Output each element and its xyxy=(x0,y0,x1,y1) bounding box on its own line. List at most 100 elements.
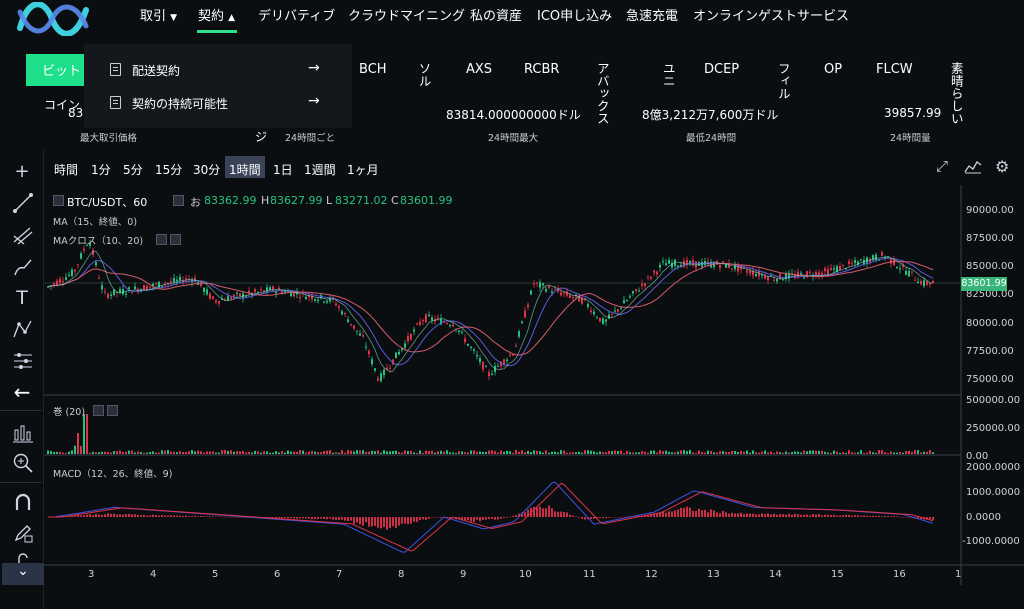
candle-body xyxy=(485,366,487,368)
settings-small-icon[interactable] xyxy=(156,234,167,245)
macd-histogram-bar xyxy=(614,517,616,518)
ticker-rcbr[interactable]: RCBR xyxy=(524,62,559,77)
ticker-avax[interactable]: アバックス xyxy=(590,62,614,125)
nav-derivatives[interactable]: デリバティブ xyxy=(258,5,335,24)
timeframe-1h[interactable]: 1時間 xyxy=(229,161,261,178)
magnet-icon[interactable] xyxy=(12,492,34,514)
volume-bar xyxy=(707,450,709,454)
candle-body xyxy=(176,279,178,282)
ticker-flcw[interactable]: FLCW xyxy=(876,62,913,77)
ohlc-h-label: H xyxy=(261,194,270,207)
macd-histogram-bar xyxy=(428,517,430,519)
ticker-active-btc[interactable]: ビット xyxy=(26,54,86,86)
prediction-icon[interactable] xyxy=(12,350,34,372)
macd-histogram-bar xyxy=(482,517,484,520)
candle-body xyxy=(668,259,670,264)
candle-body xyxy=(854,260,856,264)
nav-fast-charge[interactable]: 急速充電 xyxy=(626,5,678,24)
timeframe-1mo[interactable]: 1ヶ月 xyxy=(347,161,379,178)
timeframe-1d[interactable]: 1日 xyxy=(273,161,293,178)
arrow-left-icon[interactable]: ← xyxy=(10,380,34,404)
nav-cloud-mining[interactable]: クラウドマイニング xyxy=(348,5,465,24)
candle-body xyxy=(629,296,631,298)
candle-body xyxy=(389,367,391,369)
volume-bar xyxy=(293,451,295,454)
candle-body xyxy=(590,310,592,313)
volume-bar xyxy=(284,452,286,454)
close-small-icon[interactable] xyxy=(107,405,118,416)
candle-body xyxy=(641,283,643,286)
ticker-bch[interactable]: BCH xyxy=(359,62,387,77)
brand-logo-icon[interactable] xyxy=(14,2,92,36)
volume-bar xyxy=(617,451,619,454)
macd-histogram-bar xyxy=(239,517,241,518)
volume-bar xyxy=(383,450,385,454)
volume-bar xyxy=(464,452,466,454)
timeframe-15m[interactable]: 15分 xyxy=(155,161,182,178)
gear-icon[interactable]: ⚙ xyxy=(995,157,1009,176)
fullscreen-icon[interactable]: ⤢ xyxy=(936,157,948,175)
trend-line-icon[interactable] xyxy=(12,192,34,214)
macd-histogram-bar xyxy=(932,517,934,521)
volume-bar xyxy=(500,450,502,454)
pattern-icon[interactable] xyxy=(12,318,34,340)
nav-contract[interactable]: 契約 ▲ xyxy=(198,5,235,24)
ticker-op[interactable]: OP xyxy=(824,62,842,77)
macd-histogram-bar xyxy=(305,517,307,519)
settings-small-icon[interactable] xyxy=(173,195,184,206)
timeframe-1m[interactable]: 1分 xyxy=(91,161,111,178)
zoom-in-icon[interactable] xyxy=(12,452,34,474)
chart-type-icon[interactable] xyxy=(964,158,982,174)
volume-bar xyxy=(752,450,754,454)
volume-bar xyxy=(260,452,262,454)
volume-bar xyxy=(248,452,250,454)
indicator-icon[interactable] xyxy=(12,422,34,444)
macd-histogram-bar xyxy=(812,514,814,517)
close-small-icon[interactable] xyxy=(170,234,181,245)
ticker-axs[interactable]: AXS xyxy=(466,62,492,77)
settings-small-icon[interactable] xyxy=(93,405,104,416)
ticker-sol[interactable]: ソル xyxy=(417,62,432,87)
macd-histogram-bar xyxy=(272,517,274,518)
ticker-uni[interactable]: ユニ xyxy=(656,62,680,87)
nav-online-service[interactable]: オンラインゲストサービス xyxy=(693,5,849,24)
price-chart[interactable] xyxy=(44,185,1024,585)
volume-tick: 250000.00 xyxy=(966,423,1021,434)
volume-bar xyxy=(323,451,325,454)
text-tool-icon[interactable]: T xyxy=(10,286,34,310)
volume-bar xyxy=(863,452,865,454)
timeframe-5m[interactable]: 5分 xyxy=(123,161,143,178)
volume-bar xyxy=(821,450,823,454)
macd-histogram-bar xyxy=(473,517,475,522)
volume-bar xyxy=(311,451,313,454)
ticker-fil[interactable]: フィル xyxy=(771,62,795,100)
macd-histogram-bar xyxy=(110,513,112,517)
volume-bar xyxy=(692,452,694,454)
nav-my-assets[interactable]: 私の資産 xyxy=(470,5,522,24)
pencil-lock-icon[interactable] xyxy=(12,522,34,544)
timeframe-30m[interactable]: 30分 xyxy=(193,161,220,178)
dropdown-delivery-contract[interactable]: 配送契約 → xyxy=(84,54,352,86)
crosshair-icon[interactable]: + xyxy=(10,160,34,184)
candle-body xyxy=(881,252,883,256)
candle-body xyxy=(647,276,649,278)
ticker-dcep[interactable]: DCEP xyxy=(704,62,739,77)
volume-bar xyxy=(257,451,259,454)
candle-body xyxy=(359,333,361,336)
macd-histogram-bar xyxy=(689,507,691,517)
timeframe-1w[interactable]: 1週間 xyxy=(304,161,336,178)
volume-bar xyxy=(920,452,922,454)
nav-trade[interactable]: 取引 ▼ xyxy=(140,5,177,24)
macd-histogram-bar xyxy=(680,507,682,517)
brush-icon[interactable] xyxy=(12,256,34,278)
toolbar-scroll-down-button[interactable]: ⌄ xyxy=(2,563,44,585)
fib-tool-icon[interactable] xyxy=(12,224,34,246)
candle-body xyxy=(338,306,340,308)
macd-histogram-bar xyxy=(158,515,160,517)
nav-ico[interactable]: ICO申し込み xyxy=(537,5,612,24)
candle-body xyxy=(722,261,724,263)
collapse-toggle-icon[interactable] xyxy=(53,195,64,206)
dropdown-perpetual-contract[interactable]: 契約の持続可能性 → xyxy=(84,87,352,119)
ticker-subarashii[interactable]: 素晴らしい xyxy=(944,62,968,125)
price-tick: 77500.00 xyxy=(966,346,1014,357)
